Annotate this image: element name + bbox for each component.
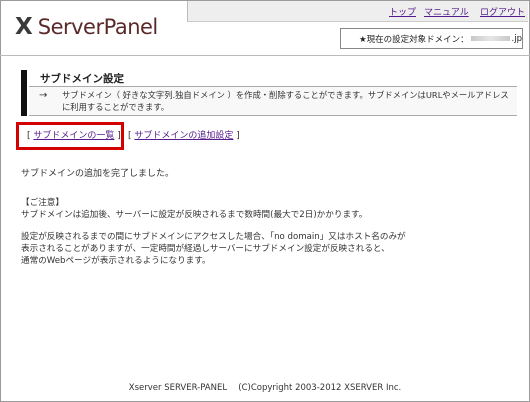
nav-logout-link[interactable]: ログアウト	[480, 5, 525, 18]
header-divider	[0, 55, 530, 56]
notes-block: 【ご注意】 サブドメインは追加後、サーバーに設定が反映されるまで数時間(最大で2…	[21, 197, 406, 267]
subdomain-add-link-group: [ サブドメインの追加設定 ]	[128, 131, 240, 141]
top-navigation: トップ マニュアル ログアウト	[187, 1, 528, 22]
completion-message: サブドメインの追加を完了しました。	[21, 169, 175, 179]
page-description: サブドメイン（ 好きな文字列.独自ドメイン ）を作成・削除することができます。サ…	[62, 90, 509, 112]
notes-line: 通常のWebページが表示されるようになります。	[21, 256, 211, 266]
highlight-box	[16, 122, 124, 150]
domain-label: ★現在の設定対象ドメイン：	[359, 34, 469, 45]
domain-suffix: .jp	[511, 33, 522, 44]
arrow-right-icon: →	[39, 90, 48, 101]
nav-top-link[interactable]: トップ	[389, 5, 416, 18]
page-title: サブドメイン設定	[40, 73, 124, 85]
nav-manual-link[interactable]: マニュアル	[424, 5, 469, 18]
notes-line: 設定が反映されるまでの間にサブドメインにアクセスした場合、「no domain」…	[21, 232, 406, 242]
description-box: → サブドメイン（ 好きな文字列.独自ドメイン ）を作成・削除することができます…	[29, 86, 517, 116]
notes-line: サブドメインは追加後、サーバーに設定が反映されるまで数時間(最大で2日)かかりま…	[21, 210, 368, 220]
section-title-marker	[21, 70, 27, 116]
logo-wordmark: ServerPanel	[37, 15, 159, 39]
subdomain-add-link[interactable]: サブドメインの追加設定	[134, 131, 233, 141]
footer-copyright: Xserver SERVER-PANEL (C)Copyright 2003-2…	[128, 383, 402, 393]
serverpanel-logo[interactable]: X ServerPanel	[15, 13, 158, 41]
notes-line: 表示されることがありますが、一定時間が経過しサーバーにサブドメイン設定が反映され…	[21, 244, 390, 254]
redacted-domain	[470, 36, 510, 41]
current-domain-indicator: ★現在の設定対象ドメイン： .jp	[340, 28, 523, 49]
logo-x-mark: X	[15, 14, 33, 40]
notes-heading: 【ご注意】	[21, 198, 64, 208]
